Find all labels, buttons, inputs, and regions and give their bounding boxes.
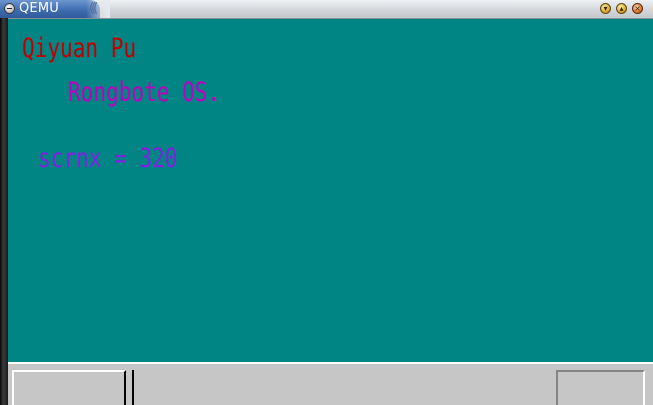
close-icon[interactable]: ×	[632, 3, 643, 14]
screen-line-os-name: Rongbote OS.	[68, 77, 221, 108]
screen-line-author: Qiyuan Pu	[22, 33, 137, 64]
guest-display[interactable]: Qiyuan Pu Rongbote OS. scrnx = 320	[8, 19, 653, 362]
start-button[interactable]	[12, 370, 126, 405]
screen-line-scrnx: scrnx = 320	[38, 143, 178, 174]
minimize-icon[interactable]: ▾	[600, 3, 611, 14]
title-bar[interactable]: QEMU ((( ▾ ▴ ×	[0, 0, 653, 19]
window-title: QEMU	[19, 1, 59, 16]
taskbar	[8, 364, 653, 405]
window-frame-left	[0, 18, 8, 405]
title-decoration: (((	[89, 1, 98, 16]
taskbar-separator	[132, 370, 134, 405]
qemu-window: QEMU ((( ▾ ▴ × Qiyuan Pu Rongbote OS. sc…	[0, 0, 653, 405]
maximize-icon[interactable]: ▴	[616, 3, 627, 14]
system-tray	[556, 370, 645, 405]
window-menu-icon[interactable]	[4, 3, 15, 14]
